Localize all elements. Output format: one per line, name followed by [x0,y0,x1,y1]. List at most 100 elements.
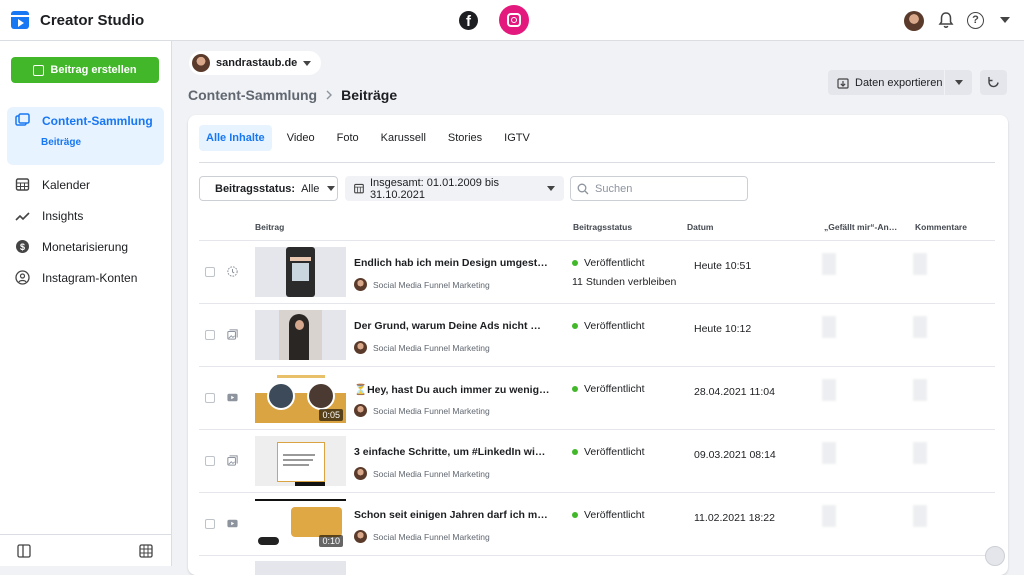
status-badge: Veröffentlicht [572,446,645,458]
facebook-icon[interactable]: f [459,11,478,30]
post-page: Social Media Funnel Marketing [354,530,490,543]
status-dot-icon [572,323,578,329]
sidebar-item-kalender[interactable]: Kalender [15,177,90,192]
comments-value [913,379,927,401]
row-checkbox[interactable] [205,330,215,340]
post-date: 09.03.2021 08:14 [694,449,776,461]
help-icon[interactable]: ? [967,12,984,29]
globe-icon[interactable] [985,546,1005,566]
tab-karussell[interactable]: Karussell [374,125,433,151]
row-checkbox[interactable] [205,267,215,277]
insights-icon [15,212,30,221]
likes-value [822,316,836,338]
search-icon [577,183,589,194]
collapse-sidebar-icon[interactable] [17,544,31,558]
post-thumbnail[interactable] [255,561,346,575]
post-thumbnail[interactable] [255,436,346,486]
column-header-likes[interactable]: „Gefällt mir“-An… [824,222,897,232]
table-row[interactable]: 0:05 ⏳Hey, hast Du auch immer zu wenig Z… [188,367,1008,429]
tab-stories[interactable]: Stories [441,125,489,151]
sidebar-footer [0,534,172,566]
column-header-beitrag[interactable]: Beitrag [255,222,284,232]
post-date: Heute 10:51 [694,260,752,272]
breadcrumb-parent[interactable]: Content-Sammlung [188,87,317,103]
table-row[interactable]: Endlich hab ich mein Design umgestellt u… [188,241,1008,303]
tab-alle-inhalte[interactable]: Alle Inhalte [199,125,272,151]
post-date: Heute 10:12 [694,323,752,335]
avatar[interactable] [904,11,924,31]
content-tabs: Alle Inhalte Video Foto Karussell Storie… [199,125,545,152]
likes-value [822,253,836,275]
sidebar-subitem-beitraege[interactable]: Beiträge [41,137,81,148]
post-title[interactable]: 3 einfache Schritte, um #LinkedIn wie ei… [354,446,550,458]
post-thumbnail[interactable]: 0:05 [255,373,346,423]
story-icon [227,266,238,277]
post-page: Social Media Funnel Marketing [354,467,490,480]
status-dot-icon [572,260,578,266]
divider [199,555,995,556]
column-header-kommentare[interactable]: Kommentare [915,222,967,232]
column-header-datum[interactable]: Datum [687,222,713,232]
post-thumbnail[interactable]: 0:10 [255,499,346,549]
likes-value [822,505,836,527]
column-header-status[interactable]: Beitragsstatus [573,222,632,232]
status-dot-icon [572,449,578,455]
sidebar-item-insights[interactable]: Insights [15,208,83,223]
date-range-filter[interactable]: Insgesamt: 01.01.2009 bis 31.10.2021 [345,176,564,201]
caret-down-icon [547,186,555,191]
creator-studio-logo-icon [11,11,29,29]
video-icon [227,519,238,528]
dollar-icon: $ [16,240,29,253]
likes-value [822,379,836,401]
comments-value [913,505,927,527]
post-title[interactable]: Schon seit einigen Jahren darf ich meine… [354,509,550,521]
post-thumbnail[interactable] [255,247,346,297]
caret-down-icon[interactable] [1000,17,1010,23]
row-checkbox[interactable] [205,393,215,403]
table-view-icon[interactable] [139,544,153,558]
table-row[interactable]: Der Grund, warum Deine Ads nicht mehr k…… [188,304,1008,366]
post-title[interactable]: Endlich hab ich mein Design umgestellt u… [354,257,550,269]
tab-igtv[interactable]: IGTV [497,125,537,151]
post-thumbnail[interactable] [255,310,346,360]
export-data-button[interactable]: Daten exportieren [828,70,944,95]
instagram-icon[interactable] [499,5,529,35]
status-filter-value: Alle [301,182,320,195]
post-title[interactable]: Der Grund, warum Deine Ads nicht mehr k… [354,320,550,332]
bell-icon[interactable] [937,11,955,29]
status-filter-label: Beitragsstatus: [215,182,296,195]
account-switcher[interactable]: sandrastaub.de [189,51,322,75]
table-row[interactable]: 3 einfache Schritte, um #LinkedIn wie ei… [188,430,1008,492]
post-title[interactable]: ⏳Hey, hast Du auch immer zu wenig Zeit … [354,383,550,396]
post-date: 11.02.2021 18:22 [694,512,775,524]
create-post-label: Beitrag erstellen [50,64,137,76]
sidebar-item-content-sammlung[interactable]: Content-Sammlung [15,113,153,128]
edit-icon [33,64,45,76]
status-dot-icon [572,512,578,518]
divider [199,162,995,163]
create-post-button[interactable]: Beitrag erstellen [11,57,159,83]
search-input[interactable]: Suchen [570,176,748,201]
sidebar-item-label: Instagram-Konten [42,270,138,285]
avatar [354,278,367,291]
status-filter[interactable]: Beitragsstatus: Alle [199,176,338,201]
table-row[interactable]: 0:10 Schon seit einigen Jahren darf ich … [188,493,1008,555]
sidebar-item-instagram-konten[interactable]: Instagram-Konten [15,270,137,285]
tab-video[interactable]: Video [280,125,322,151]
refresh-button[interactable] [980,70,1007,95]
video-duration: 0:10 [319,535,343,547]
export-icon [837,77,849,89]
sidebar-item-monetarisierung[interactable]: $ Monetarisierung [15,239,128,254]
app-title: Creator Studio [40,12,145,29]
avatar [354,404,367,417]
avatar [354,530,367,543]
page-name: Social Media Funnel Marketing [373,279,490,290]
status-badge: Veröffentlicht [572,320,645,332]
row-checkbox[interactable] [205,519,215,529]
row-checkbox[interactable] [205,456,215,466]
collection-icon [15,113,30,126]
tab-foto[interactable]: Foto [330,125,366,151]
post-page: Social Media Funnel Marketing [354,278,490,291]
export-dropdown-button[interactable] [945,70,972,95]
carousel-icon [227,329,238,340]
